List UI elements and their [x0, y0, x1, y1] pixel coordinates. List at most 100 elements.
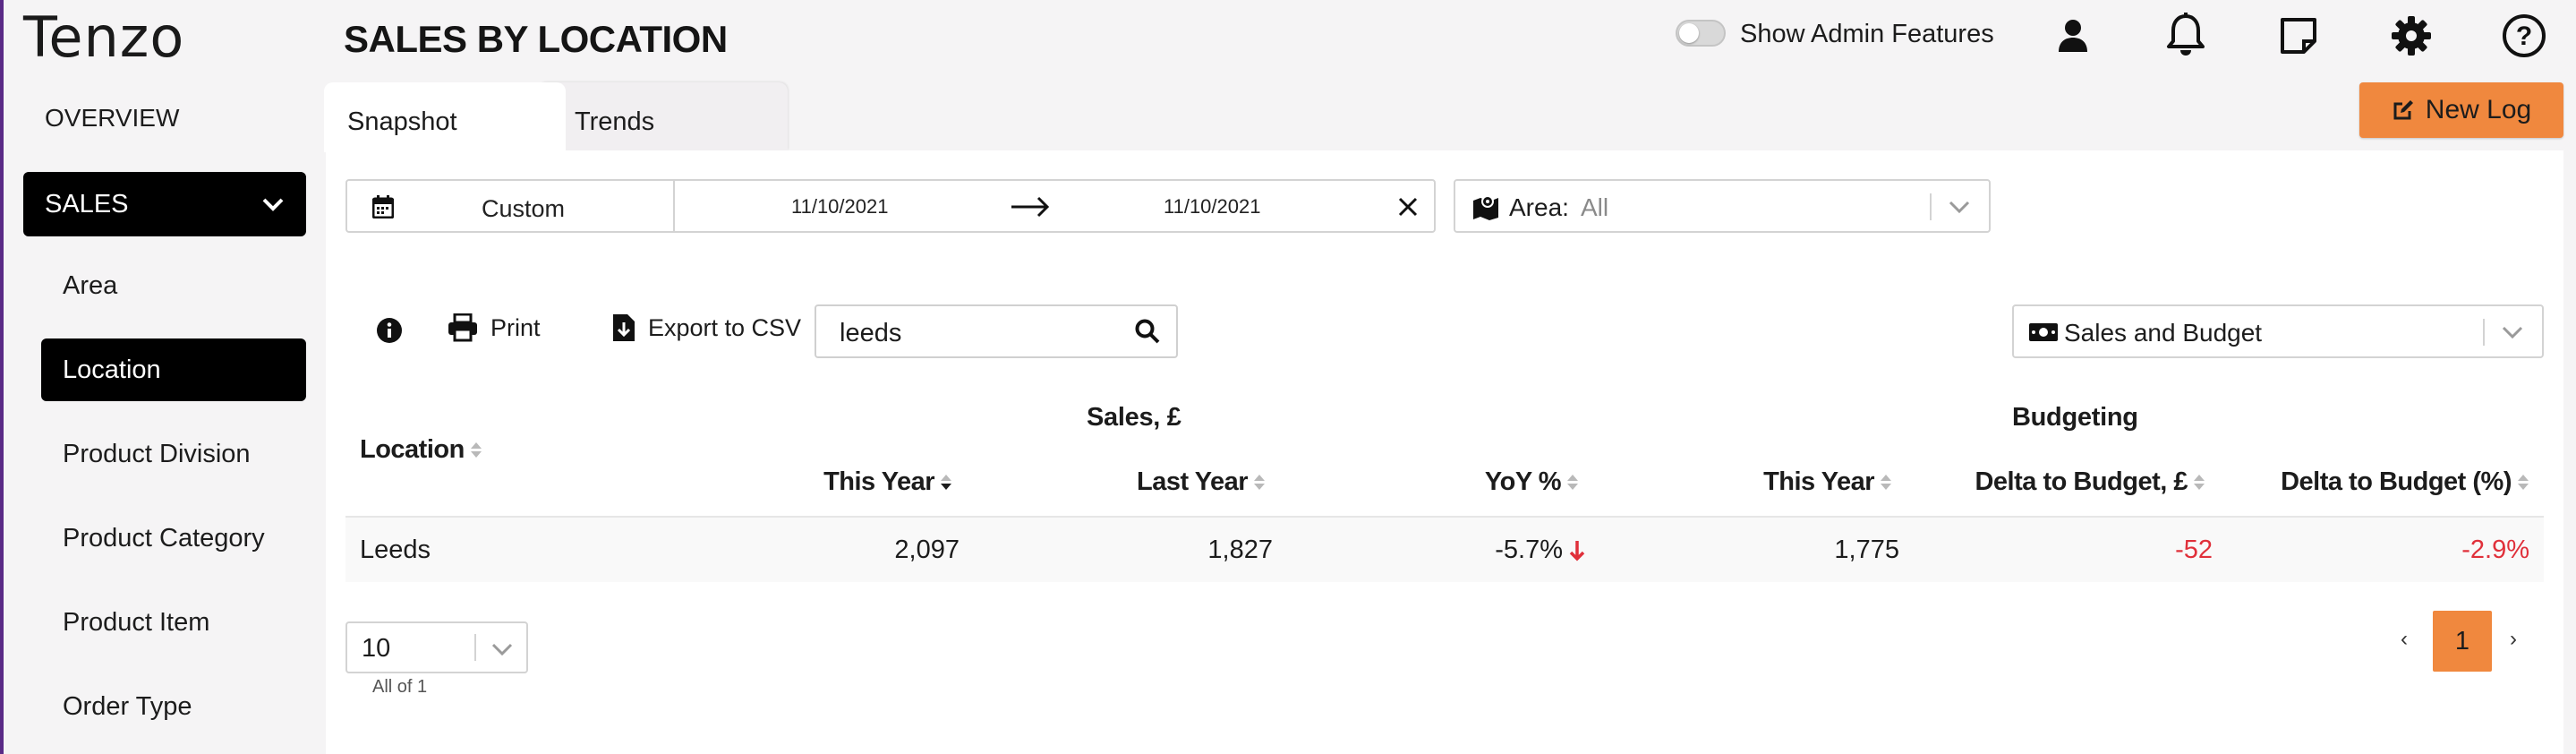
- col-location-header[interactable]: Location: [360, 435, 482, 465]
- toggle-knob: [1679, 23, 1699, 43]
- col-budget-this-year-header[interactable]: This Year: [1763, 467, 1892, 497]
- col-delta-header[interactable]: Delta to Budget, £: [1975, 467, 2205, 497]
- export-label: Export to CSV: [648, 313, 802, 341]
- help-icon[interactable]: ?: [2499, 11, 2549, 61]
- range-preset[interactable]: Custom: [482, 195, 565, 223]
- tab-snapshot[interactable]: Snapshot: [324, 82, 566, 152]
- arrow-down-icon: [1569, 540, 1585, 561]
- search-icon[interactable]: [1135, 319, 1160, 344]
- group-sales-header: Sales, £: [1087, 403, 1181, 432]
- tab-snapshot-label: Snapshot: [347, 107, 457, 136]
- calendar-icon: [372, 195, 394, 218]
- cell-delta-pct: -2.9%: [2461, 536, 2529, 564]
- tab-trends[interactable]: Trends: [537, 82, 788, 150]
- date-to-input[interactable]: 11/10/2021: [1164, 195, 1260, 218]
- date-range-picker[interactable]: Custom 11/10/2021 11/10/2021: [345, 179, 1436, 233]
- admin-features-label: Show Admin Features: [1740, 20, 1994, 48]
- money-icon: [2029, 323, 2058, 341]
- sidebar-overview[interactable]: OVERVIEW: [45, 104, 179, 133]
- next-page-button[interactable]: ›: [2510, 627, 2517, 652]
- col-delta-pct-header[interactable]: Delta to Budget (%): [2281, 467, 2529, 497]
- window-edge: [0, 0, 4, 754]
- sort-icon: [1253, 474, 1266, 492]
- select-separator: [2483, 319, 2485, 346]
- result-count: All of 1: [372, 677, 428, 697]
- bell-icon[interactable]: [2161, 11, 2211, 61]
- sidebar-item-product-item[interactable]: Product Item: [41, 591, 306, 654]
- print-label: Print: [490, 313, 541, 341]
- sidebar-item-label: Product Item: [63, 607, 210, 637]
- tab-trends-label: Trends: [575, 107, 655, 136]
- sort-icon: [1880, 474, 1892, 492]
- page-1-button[interactable]: 1: [2433, 611, 2492, 672]
- col-yoy-header[interactable]: YoY %: [1485, 467, 1579, 497]
- search-value: leeds: [840, 319, 902, 347]
- view-select[interactable]: Sales and Budget: [2012, 304, 2544, 358]
- col-budget-this-year-label: This Year: [1763, 467, 1874, 496]
- sidebar-sales-label: SALES: [45, 189, 129, 218]
- sidebar-item-order-type[interactable]: Order Type: [41, 675, 306, 738]
- tenzo-logo[interactable]: Tenzo: [23, 4, 185, 70]
- date-from-input[interactable]: 11/10/2021: [791, 195, 888, 218]
- divider: [673, 181, 675, 231]
- cell-delta: -52: [2175, 536, 2213, 564]
- cell-this-year: 2,097: [894, 536, 960, 564]
- group-budgeting-header: Budgeting: [2012, 403, 2138, 432]
- edit-icon: [2393, 100, 2413, 120]
- chevron-down-icon[interactable]: [1948, 199, 1971, 215]
- logo-text: Tenzo: [23, 4, 185, 70]
- info-icon[interactable]: [376, 317, 403, 344]
- main-panel: [326, 150, 2563, 754]
- page-size-value: 10: [362, 634, 391, 663]
- sort-icon: [2517, 474, 2529, 492]
- col-this-year-label: This Year: [823, 467, 934, 496]
- admin-features-toggle[interactable]: [1676, 20, 1726, 47]
- prev-page-button[interactable]: ‹: [2401, 627, 2408, 652]
- search-input[interactable]: leeds: [815, 304, 1178, 358]
- col-yoy-label: YoY %: [1484, 467, 1562, 496]
- cell-last-year: 1,827: [1207, 536, 1273, 564]
- sidebar-item-label: Order Type: [63, 691, 192, 721]
- sidebar-item-product-category[interactable]: Product Category: [41, 507, 306, 570]
- sidebar-item-label: Product Category: [63, 523, 265, 553]
- sort-icon: [470, 441, 482, 459]
- cell-location: Leeds: [360, 536, 431, 564]
- col-this-year-header[interactable]: This Year: [823, 467, 952, 497]
- table-row[interactable]: [345, 518, 2544, 582]
- clear-icon[interactable]: [1398, 197, 1418, 217]
- select-separator: [1930, 193, 1932, 220]
- sidebar-item-label: Location: [63, 355, 161, 384]
- cell-yoy: -5.7%: [1495, 536, 1586, 565]
- new-log-button[interactable]: New Log: [2359, 82, 2563, 138]
- svg-text:?: ?: [2516, 21, 2532, 51]
- area-select[interactable]: Area: All: [1454, 179, 1991, 233]
- sidebar-item-label: Area: [63, 270, 118, 300]
- page-size-select[interactable]: 10: [345, 621, 528, 673]
- export-csv-button[interactable]: Export to CSV: [612, 313, 801, 342]
- new-log-label: New Log: [2425, 95, 2532, 124]
- chevron-down-icon[interactable]: [490, 641, 514, 657]
- note-icon[interactable]: [2273, 11, 2324, 61]
- area-value: All: [1581, 193, 1609, 221]
- select-separator: [474, 634, 476, 661]
- col-location-label: Location: [360, 435, 465, 464]
- gear-icon[interactable]: [2386, 11, 2436, 61]
- print-button[interactable]: Print: [448, 313, 541, 342]
- sidebar-item-product-division[interactable]: Product Division: [41, 423, 306, 485]
- file-download-icon: [613, 314, 635, 341]
- col-last-year-header[interactable]: Last Year: [1137, 467, 1266, 497]
- sidebar-item-location[interactable]: Location: [41, 338, 306, 401]
- map-icon: [1473, 195, 1498, 220]
- area-label: Area:: [1509, 193, 1569, 221]
- sidebar-item-label: Product Division: [63, 439, 251, 468]
- chevron-down-icon[interactable]: [2501, 324, 2524, 340]
- sidebar-item-area[interactable]: Area: [41, 254, 306, 317]
- col-delta-label: Delta to Budget, £: [1975, 467, 2188, 496]
- chevron-down-icon: [262, 198, 284, 211]
- sidebar-sales-section[interactable]: SALES: [23, 172, 306, 236]
- arrow-right-icon: [1011, 196, 1050, 218]
- page-title: SALES BY LOCATION: [344, 18, 728, 60]
- sort-desc-icon: [940, 474, 952, 492]
- user-icon[interactable]: [2048, 11, 2098, 61]
- col-delta-pct-label: Delta to Budget (%): [2281, 467, 2512, 496]
